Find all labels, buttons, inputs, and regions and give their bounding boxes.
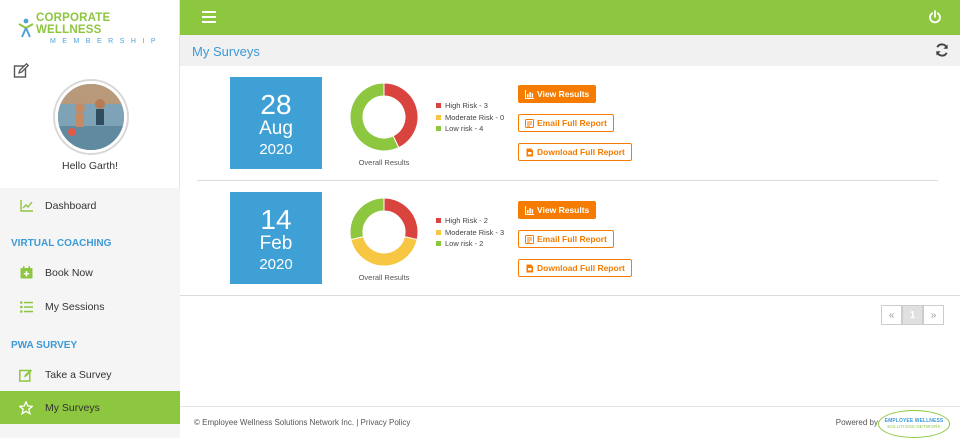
sidebar-item-my-surveys[interactable]: My Surveys <box>0 391 180 424</box>
avatar[interactable] <box>55 81 127 153</box>
donut-caption: Overall Results <box>358 273 410 282</box>
risk-legend: High Risk - 2 Moderate Risk - 3 Low risk… <box>436 215 504 250</box>
sidebar-item-take-survey[interactable]: Take a Survey <box>0 358 180 391</box>
top-bar <box>180 0 960 35</box>
legend-low-risk: Low risk - 4 <box>436 123 504 135</box>
menu-toggle-icon[interactable] <box>202 11 216 23</box>
pagination-page-1[interactable]: 1 <box>902 305 923 325</box>
view-results-button[interactable]: View Results <box>518 201 597 219</box>
legend-low-risk: Low risk - 2 <box>436 238 504 250</box>
survey-year: 2020 <box>259 141 293 158</box>
survey-card: 28 Aug 2020 Overall Results High Risk - … <box>191 66 938 181</box>
footer-copyright: © Employee Wellness Solutions Network In… <box>194 418 411 427</box>
chart-icon <box>18 198 34 214</box>
email-icon <box>525 118 534 128</box>
sidebar-item-dashboard[interactable]: Dashboard <box>0 189 180 222</box>
survey-card: 14 Feb 2020 Overall Results High Risk - … <box>191 181 927 293</box>
brand-subtitle: MEMBERSHIP <box>49 37 163 45</box>
sidebar-item-label: Dashboard <box>45 199 97 212</box>
risk-legend: High Risk - 3 Moderate Risk - 0 Low risk… <box>436 100 504 135</box>
survey-date: 14 Feb 2020 <box>230 192 322 284</box>
power-icon[interactable] <box>928 10 942 24</box>
legend-high-risk: High Risk - 2 <box>436 215 504 227</box>
survey-year: 2020 <box>259 256 293 273</box>
sidebar-nav: Dashboard VIRTUAL COACHING Book Now My S… <box>0 188 180 438</box>
sidebar-item-label: My Sessions <box>45 300 105 313</box>
pagination-prev[interactable]: « <box>881 305 902 325</box>
survey-list: 28 Aug 2020 Overall Results High Risk - … <box>180 66 960 406</box>
survey-day: 28 <box>260 89 292 120</box>
sidebar-item-label: Book Now <box>45 266 93 279</box>
pagination: « 1 » <box>881 305 944 325</box>
legend-moderate-risk: Moderate Risk - 0 <box>436 112 504 124</box>
page-header: My Surveys <box>180 35 960 66</box>
pagination-next[interactable]: » <box>923 305 944 325</box>
list-divider <box>180 295 960 296</box>
ewsn-logo[interactable]: EMPLOYEE WELLNESS SOLUTIONS NETWORK <box>878 410 950 438</box>
survey-date: 28 Aug 2020 <box>230 77 322 169</box>
greeting: Hello Garth! <box>61 160 119 172</box>
email-report-button[interactable]: Email Full Report <box>518 114 614 132</box>
edit-icon <box>18 367 34 383</box>
bar-chart-icon <box>525 89 534 99</box>
view-results-button[interactable]: View Results <box>518 85 597 103</box>
bar-chart-icon <box>525 205 534 215</box>
download-report-button[interactable]: Download Full Report <box>518 259 632 277</box>
edit-profile-icon[interactable] <box>13 63 29 79</box>
pdf-file-icon <box>526 264 533 272</box>
donut-caption: Overall Results <box>358 158 410 167</box>
download-report-button[interactable]: Download Full Report <box>518 143 632 161</box>
sidebar: CORPORATE WELLNESS MEMBERSHIP Hello Gart… <box>0 0 180 438</box>
email-icon <box>525 234 534 244</box>
survey-month: Feb <box>259 233 293 254</box>
sidebar-item-label: My Surveys <box>45 401 100 414</box>
email-report-button[interactable]: Email Full Report <box>518 230 614 248</box>
calendar-plus-icon <box>18 265 34 281</box>
brand-logo[interactable]: CORPORATE WELLNESS MEMBERSHIP <box>0 0 179 56</box>
sidebar-item-label: Take a Survey <box>45 368 112 381</box>
section-virtual-coaching: VIRTUAL COACHING <box>11 238 112 249</box>
pdf-file-icon <box>526 148 533 156</box>
risk-donut-chart <box>349 82 419 152</box>
list-icon <box>18 299 34 315</box>
person-logo-icon <box>18 18 34 38</box>
powered-by-label: Powered by <box>835 418 878 427</box>
donut-slice <box>383 197 419 241</box>
survey-month: Aug <box>259 118 293 139</box>
donut-slice <box>350 236 418 267</box>
survey-day: 14 <box>260 204 292 235</box>
avatar-photo <box>58 84 124 150</box>
sidebar-item-my-sessions[interactable]: My Sessions <box>0 290 180 323</box>
page-title: My Surveys <box>192 44 260 59</box>
refresh-icon[interactable] <box>935 43 949 57</box>
footer: © Employee Wellness Solutions Network In… <box>180 406 960 438</box>
legend-moderate-risk: Moderate Risk - 3 <box>436 227 504 239</box>
sidebar-item-book-now[interactable]: Book Now <box>0 256 180 289</box>
risk-donut-chart <box>349 197 419 267</box>
brand-name: CORPORATE WELLNESS <box>35 11 111 36</box>
donut-slice <box>349 197 385 241</box>
section-pwa-survey: PWA SURVEY <box>11 340 78 351</box>
star-icon <box>18 400 34 416</box>
legend-high-risk: High Risk - 3 <box>436 100 504 112</box>
ewsn-logo-line2: SOLUTIONS NETWORK <box>887 424 941 429</box>
